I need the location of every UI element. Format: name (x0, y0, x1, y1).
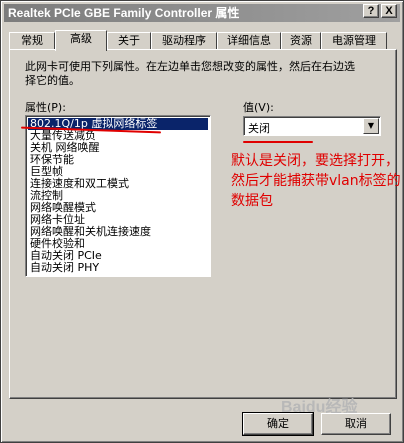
red-underline-value (243, 141, 313, 143)
tab-power-management[interactable]: 电源管理 (321, 32, 387, 50)
property-listbox[interactable]: 802.1Q/1p 虚拟网络标签 大量传送减负 关机 网络唤醒 环保节能 巨型帧… (25, 115, 211, 277)
panel-description: 此网卡可使用下列属性。在左边单击您想改变的属性，然后在右边选择它的值。 (25, 60, 355, 87)
value-label: 值(V): (243, 101, 274, 114)
chevron-down-icon[interactable]: ▼ (363, 118, 379, 134)
tab-details[interactable]: 详细信息 (217, 32, 281, 50)
tab-general[interactable]: 常规 (9, 32, 55, 50)
cancel-button[interactable]: 取消 (321, 413, 391, 435)
window-title: Realtek PCIe GBE Family Controller 属性 (8, 6, 240, 20)
properties-dialog: Realtek PCIe GBE Family Controller 属性 ? … (0, 0, 404, 443)
property-item[interactable]: 自动关闭 PHY (28, 262, 208, 274)
tab-strip: 常规 高级 关于 驱动程序 详细信息 资源 电源管理 (9, 30, 399, 51)
help-button[interactable]: ? (363, 4, 379, 18)
annotation-note: 默认是关闭，要选择打开，然后才能捕获带vlan标签的数据包 (231, 153, 401, 209)
tab-resources[interactable]: 资源 (281, 32, 321, 50)
close-button[interactable]: X (381, 4, 397, 18)
property-label: 属性(P): (25, 101, 66, 114)
tab-advanced[interactable]: 高级 (55, 30, 107, 51)
ok-button[interactable]: 确定 (242, 412, 314, 436)
value-dropdown-selected: 关闭 (248, 122, 270, 135)
tab-about[interactable]: 关于 (107, 32, 151, 50)
title-bar: Realtek PCIe GBE Family Controller 属性 (4, 4, 400, 22)
tab-driver[interactable]: 驱动程序 (151, 32, 217, 50)
value-dropdown[interactable]: 关闭 ▼ (243, 116, 381, 136)
